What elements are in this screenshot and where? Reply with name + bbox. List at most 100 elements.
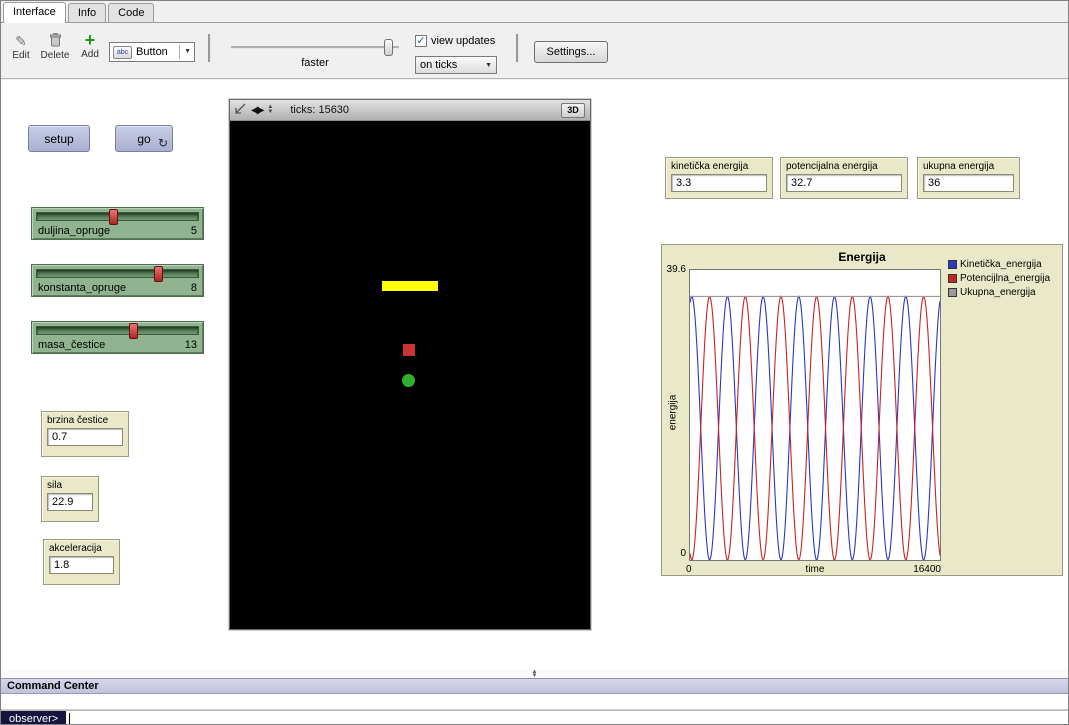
speed-slider[interactable] [231, 46, 399, 49]
toolbar-separator [516, 34, 519, 62]
slider-thumb[interactable] [129, 323, 138, 339]
command-center-output [1, 694, 1068, 710]
plot-xmax-label: 16400 [851, 564, 941, 575]
tab-interface[interactable]: Interface [3, 2, 66, 23]
monitor-brzina-cestice: brzina čestice 0.7 [41, 411, 129, 457]
abc-button-icon: abc [113, 46, 132, 59]
slider-thumb[interactable] [154, 266, 163, 282]
setup-button[interactable]: setup [28, 125, 90, 152]
plot-ymax-label: 39.6 [662, 264, 686, 275]
monitor-label: kinetička energija [671, 161, 767, 172]
toolbar: ✎ Edit Delete + Add abc Button ▼ faster … [1, 24, 1068, 79]
slider-value: 8 [191, 282, 197, 294]
legend-item: Potencijlna_energija [948, 273, 1050, 284]
vertical-arrows-icon[interactable]: ▲▼ [267, 105, 273, 115]
3d-button[interactable]: 3D [561, 103, 585, 118]
splitter-arrows-icon[interactable]: ▲▼ [532, 670, 538, 678]
monitor-label: ukupna energija [923, 161, 1014, 172]
world-view: ◀▶ ▲▼ ticks: 15630 3D [229, 99, 591, 630]
go-button[interactable]: go ↻ [115, 125, 173, 152]
monitor-value: 1.8 [49, 556, 114, 574]
tab-code[interactable]: Code [108, 3, 154, 22]
legend-swatch [948, 274, 957, 283]
slider-track [36, 326, 199, 335]
monitor-value: 3.3 [671, 174, 767, 192]
go-button-label: go [137, 132, 150, 146]
slider-duljina-opruge[interactable]: duljina_opruge 5 [31, 207, 204, 240]
plot-ymin-label: 0 [668, 548, 686, 559]
slider-masa-cestice[interactable]: masa_čestice 13 [31, 321, 204, 354]
slider-value: 13 [185, 339, 197, 351]
setup-button-label: setup [44, 132, 73, 146]
legend-item: Kinetička_energija [948, 259, 1050, 270]
tab-info[interactable]: Info [68, 3, 106, 22]
plot-canvas [690, 270, 940, 560]
update-mode-dropdown[interactable]: on ticks ▼ [415, 56, 497, 74]
monitor-value: 32.7 [786, 174, 902, 192]
checkmark-icon: ✓ [415, 35, 427, 47]
monitor-value: 36 [923, 174, 1014, 192]
speed-slider-thumb[interactable] [384, 39, 393, 56]
edit-button[interactable]: ✎ Edit [7, 33, 35, 61]
view-updates-label: view updates [431, 35, 495, 47]
tab-bar: Interface Info Code [1, 1, 1068, 23]
plot-legend: Kinetička_energija Potencijlna_energija Uk… [948, 259, 1050, 298]
chevron-down-icon: ▼ [485, 62, 492, 69]
legend-label: Kinetička_energija [960, 259, 1042, 270]
plot-area [689, 269, 941, 561]
command-input[interactable] [66, 711, 1068, 725]
forever-loop-icon: ↻ [158, 136, 168, 150]
add-label: Add [81, 49, 99, 60]
slider-track [36, 269, 199, 278]
ticks-counter: ticks: 15630 [290, 104, 349, 116]
command-center-prompt: observer> [1, 710, 1068, 725]
monitor-value: 22.9 [47, 493, 93, 511]
monitor-label: brzina čestice [47, 415, 123, 426]
marker-circle [402, 374, 415, 387]
slider-thumb[interactable] [109, 209, 118, 225]
toolbar-separator [208, 34, 211, 62]
monitor-kineticka-energija: kinetička energija 3.3 [665, 157, 773, 199]
monitor-ukupna-energija: ukupna energija 36 [917, 157, 1020, 199]
world-canvas[interactable] [230, 121, 590, 629]
interface-area: setup go ↻ duljina_opruge 5 konstanta_opr… [1, 80, 1068, 669]
slider-konstanta-opruge[interactable]: konstanta_opruge 8 [31, 264, 204, 297]
plus-icon: + [77, 32, 103, 48]
monitor-label: sila [47, 480, 93, 491]
add-button[interactable]: + Add [77, 32, 103, 60]
legend-label: Potencijlna_energija [960, 273, 1050, 284]
edit-label: Edit [12, 50, 29, 61]
speed-slider-label: faster [231, 57, 399, 69]
legend-swatch [948, 288, 957, 297]
plot-ylabel: energija [668, 383, 679, 443]
slider-label: masa_čestice [38, 339, 105, 351]
slider-value: 5 [191, 225, 197, 237]
settings-button[interactable]: Settings... [534, 41, 608, 63]
delete-label: Delete [41, 50, 70, 61]
legend-swatch [948, 260, 957, 269]
monitor-akceleracija: akceleracija 1.8 [43, 539, 120, 585]
monitor-label: akceleracija [49, 543, 114, 554]
text-caret [69, 713, 70, 725]
legend-item: Ukupna_energija [948, 287, 1050, 298]
diagonal-resize-icon[interactable] [235, 103, 246, 117]
world-titlebar: ◀▶ ▲▼ ticks: 15630 3D [230, 100, 590, 121]
observer-context-dropdown[interactable]: observer> [1, 711, 66, 725]
slider-label: konstanta_opruge [38, 282, 126, 294]
widget-type-value: Button [136, 46, 168, 58]
widget-type-dropdown[interactable]: abc Button ▼ [109, 42, 195, 62]
slider-track [36, 212, 199, 221]
command-center-header: Command Center [1, 678, 1068, 694]
command-center-splitter[interactable]: ▲▼ [1, 669, 1068, 678]
delete-button[interactable]: Delete [37, 33, 73, 61]
slider-label: duljina_opruge [38, 225, 110, 237]
spring-bar [382, 281, 438, 291]
legend-label: Ukupna_energija [960, 287, 1036, 298]
update-mode-value: on ticks [420, 59, 457, 71]
netlogo-window: Interface Info Code ✎ Edit Delete + Add … [0, 0, 1069, 725]
trash-icon [37, 33, 73, 49]
chevron-down-icon: ▼ [179, 45, 191, 59]
monitor-label: potencijalna energija [786, 161, 902, 172]
view-updates-checkbox[interactable]: ✓ view updates [415, 35, 495, 47]
horizontal-arrows-icon[interactable]: ◀▶ [251, 105, 262, 116]
